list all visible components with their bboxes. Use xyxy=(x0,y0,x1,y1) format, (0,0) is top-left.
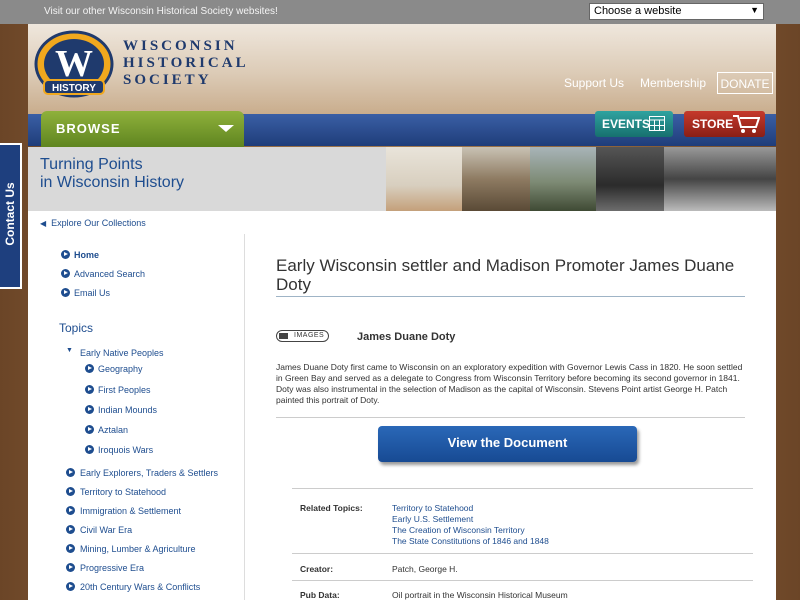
expanded-caret-icon: ▼ xyxy=(66,347,73,354)
bullet-arrow-icon xyxy=(66,487,75,496)
settlers-painting-photo xyxy=(530,147,596,211)
logo-line-2: HISTORICAL xyxy=(123,55,249,71)
topic-immigration-settlement[interactable]: Immigration & Settlement xyxy=(80,506,181,516)
metadata-divider xyxy=(292,553,753,554)
banner-photo-strip xyxy=(386,147,776,211)
bullet-arrow-icon xyxy=(85,445,94,454)
related-topic-link[interactable]: Territory to Statehood xyxy=(392,503,473,513)
contact-us-tab[interactable]: Contact Us xyxy=(0,143,22,289)
membership-link[interactable]: Membership xyxy=(640,76,706,90)
log-cabin-photo xyxy=(462,147,530,211)
topic-20th-century-wars[interactable]: 20th Century Wars & Conflicts xyxy=(80,582,200,592)
browse-label: BROWSE xyxy=(56,121,121,136)
bullet-arrow-icon xyxy=(85,405,94,414)
page-title: Early Wisconsin settler and Madison Prom… xyxy=(276,256,735,294)
store-label: STORE xyxy=(692,117,734,131)
images-label: IMAGES xyxy=(294,332,325,339)
logo-badge-word: HISTORY xyxy=(52,83,96,94)
logo-line-3: SOCIETY xyxy=(123,72,212,88)
w-history-badge-icon: W HISTORY xyxy=(34,30,114,98)
title-divider xyxy=(276,296,745,297)
society-logo[interactable]: W HISTORY xyxy=(34,30,120,102)
back-arrow-icon: ◀ xyxy=(40,219,47,228)
topic-early-native-peoples[interactable]: Early Native Peoples xyxy=(80,348,164,358)
view-document-button[interactable]: View the Document xyxy=(378,426,637,462)
advanced-search-link[interactable]: Advanced Search xyxy=(74,269,145,279)
civil-rights-march-photo xyxy=(664,147,776,211)
logo-badge-letter: W xyxy=(55,43,93,85)
pub-data-label: Pub Data: xyxy=(300,590,340,600)
shopping-cart-icon xyxy=(733,115,760,133)
related-topic-link[interactable]: Early U.S. Settlement xyxy=(392,514,473,524)
related-topics-label: Related Topics: xyxy=(300,503,363,513)
top-utility-bar: Visit our other Wisconsin Historical Soc… xyxy=(0,0,800,24)
images-button[interactable]: IMAGES xyxy=(276,330,329,342)
subtopic-first-peoples[interactable]: First Peoples xyxy=(98,385,151,395)
banner-title[interactable]: Turning Points in Wisconsin History xyxy=(40,156,184,192)
description-divider xyxy=(276,417,745,418)
calendar-icon xyxy=(649,116,665,131)
civil-war-officer-photo xyxy=(596,147,664,211)
other-websites-text: Visit our other Wisconsin Historical Soc… xyxy=(44,6,278,17)
bullet-arrow-icon xyxy=(66,582,75,591)
related-topic-link[interactable]: The State Constitutions of 1846 and 1848 xyxy=(392,536,549,546)
subtopic-iroquois-wars[interactable]: Iroquois Wars xyxy=(98,445,153,455)
topics-heading: Topics xyxy=(59,321,94,335)
document-description: James Duane Doty first came to Wisconsin… xyxy=(276,362,743,405)
explore-collections-label: Explore Our Collections xyxy=(51,218,146,228)
contact-us-label: Contact Us xyxy=(3,182,17,246)
home-link[interactable]: Home xyxy=(74,250,99,260)
explore-collections-link[interactable]: ◀ Explore Our Collections xyxy=(40,218,146,228)
bullet-arrow-icon xyxy=(85,425,94,434)
subtopic-indian-mounds[interactable]: Indian Mounds xyxy=(98,405,157,415)
bullet-arrow-icon xyxy=(66,544,75,553)
topic-civil-war-era[interactable]: Civil War Era xyxy=(80,525,132,535)
society-name: WISCONSIN HISTORICAL SOCIETY xyxy=(123,38,249,89)
topic-early-explorers[interactable]: Early Explorers, Traders & Settlers xyxy=(80,468,218,478)
banner-title-line-1: Turning Points xyxy=(40,156,143,173)
metadata-divider xyxy=(292,580,753,581)
pub-data-value: Oil portrait in the Wisconsin Historical… xyxy=(392,590,568,600)
metadata-divider xyxy=(292,488,753,489)
store-button[interactable]: STORE xyxy=(684,111,765,137)
bullet-arrow-icon xyxy=(61,250,70,259)
support-us-link[interactable]: Support Us xyxy=(564,76,624,90)
related-topic-link[interactable]: The Creation of Wisconsin Territory xyxy=(392,525,525,535)
subtopic-aztalan[interactable]: Aztalan xyxy=(98,425,128,435)
events-label: EVENTS xyxy=(602,117,651,131)
website-select[interactable]: Choose a website ▼ xyxy=(589,3,764,20)
creator-label: Creator: xyxy=(300,564,334,574)
camera-icon xyxy=(279,333,288,339)
bullet-arrow-icon xyxy=(66,468,75,477)
bullet-arrow-icon xyxy=(66,525,75,534)
logo-line-1: WISCONSIN xyxy=(123,38,238,54)
bullet-arrow-icon xyxy=(61,269,70,278)
donate-button[interactable]: DONATE xyxy=(717,72,773,94)
topic-mining-lumber-agriculture[interactable]: Mining, Lumber & Agriculture xyxy=(80,544,196,554)
bullet-arrow-icon xyxy=(66,563,75,572)
subtopic-geography[interactable]: Geography xyxy=(98,364,143,374)
chevron-down-icon xyxy=(218,125,234,132)
bullet-arrow-icon xyxy=(61,288,70,297)
creator-value: Patch, George H. xyxy=(392,564,458,574)
bullet-arrow-icon xyxy=(85,364,94,373)
events-button[interactable]: EVENTS xyxy=(595,111,673,137)
native-peoples-photo xyxy=(386,147,462,211)
topic-territory-to-statehood[interactable]: Territory to Statehood xyxy=(80,487,166,497)
topic-progressive-era[interactable]: Progressive Era xyxy=(80,563,144,573)
document-subtitle: James Duane Doty xyxy=(357,331,456,343)
email-us-link[interactable]: Email Us xyxy=(74,288,110,298)
bullet-arrow-icon xyxy=(85,385,94,394)
browse-button[interactable]: BROWSE xyxy=(41,111,244,147)
website-select-value: Choose a website xyxy=(594,5,682,17)
dropdown-arrow-icon: ▼ xyxy=(750,5,759,15)
column-divider xyxy=(244,234,245,600)
banner-title-line-2: in Wisconsin History xyxy=(40,174,185,191)
bullet-arrow-icon xyxy=(66,506,75,515)
